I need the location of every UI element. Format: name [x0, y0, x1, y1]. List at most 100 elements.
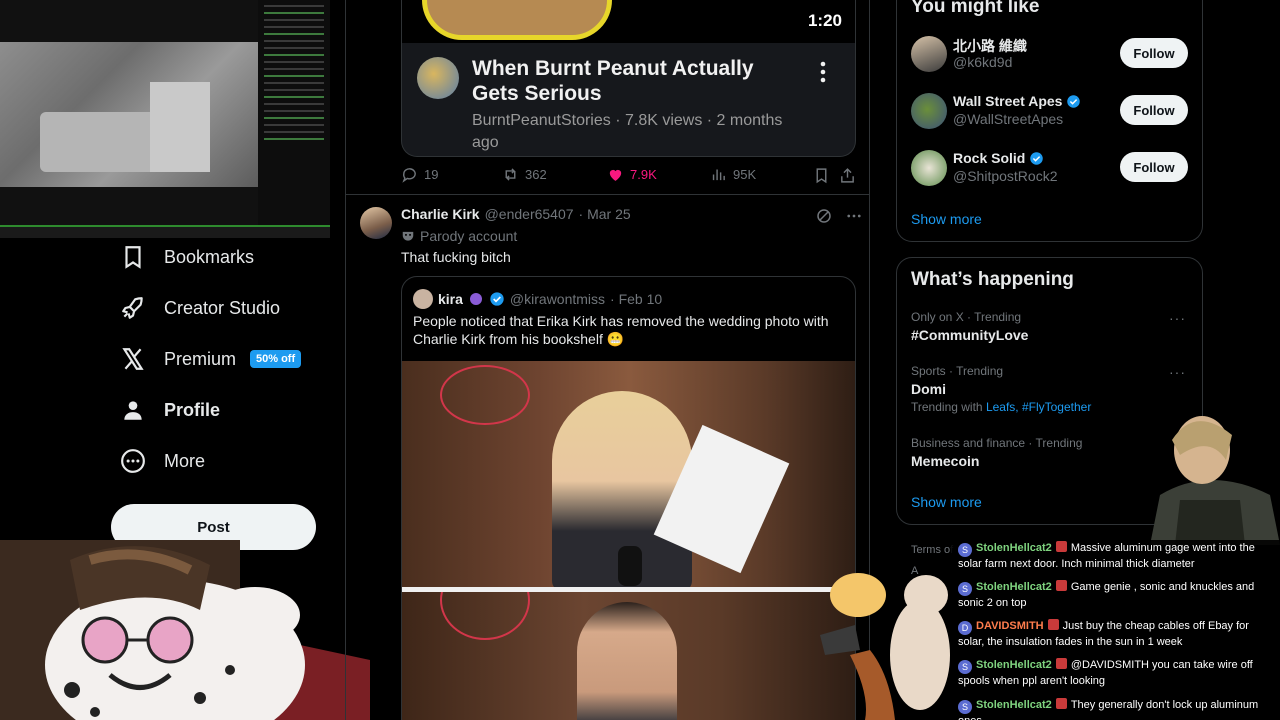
- repost-count: 362: [525, 167, 547, 182]
- tweet-date[interactable]: · Mar 25: [579, 206, 631, 222]
- whats-happening-title: What’s happening: [911, 269, 1074, 290]
- chat-username: StolenHellcat2: [976, 542, 1052, 554]
- suggestion-row[interactable]: Rock Solid @ShitpostRock2 Follow: [911, 150, 1191, 190]
- chat-message: S StolenHellcat2 They generally don't lock…: [958, 698, 1274, 720]
- bookmark-icon: [125, 246, 141, 269]
- premium-discount-badge: 50% off: [250, 350, 302, 368]
- views-count: 95K: [733, 167, 757, 182]
- trend-more-icon[interactable]: ···: [1169, 310, 1186, 326]
- mask-icon: [402, 231, 414, 241]
- more-horizontal-icon[interactable]: [845, 207, 863, 225]
- cam-chat-mini: [258, 0, 330, 225]
- quote-date[interactable]: · Feb 10: [610, 291, 662, 307]
- rocket-icon: [122, 297, 143, 319]
- follow-button[interactable]: Follow: [1120, 152, 1188, 182]
- chat-badge-icon: [1055, 580, 1067, 591]
- more-circle-icon: [121, 449, 145, 473]
- suggestion-name[interactable]: Wall Street Apes: [953, 93, 1081, 109]
- trend-more-icon[interactable]: ···: [1169, 364, 1186, 380]
- suggestion-avatar[interactable]: [911, 93, 947, 129]
- nav-creator-studio[interactable]: Creator Studio: [120, 286, 280, 330]
- trend-context: Only on X · Trending: [911, 310, 1022, 324]
- like-button[interactable]: 7.9K: [607, 166, 657, 183]
- views-bar-icon: [712, 169, 725, 181]
- verified-badge-icon: [1030, 151, 1044, 165]
- youtube-embed-card[interactable]: 1:20 When Burnt Peanut Actually Gets Ser…: [401, 0, 856, 157]
- nav-premium[interactable]: Premium 50% off: [120, 337, 302, 381]
- repost-button[interactable]: 362: [502, 166, 547, 183]
- tweet-text: That fucking bitch: [401, 249, 511, 265]
- grok-icon[interactable]: [815, 207, 833, 225]
- trending-with-prefix: Trending with: [911, 400, 983, 414]
- follow-button[interactable]: Follow: [1120, 38, 1188, 68]
- views-button[interactable]: 95K: [710, 166, 756, 183]
- suggestion-handle: @WallStreetApes: [953, 111, 1064, 127]
- repost-icon: [505, 168, 516, 181]
- verified-badge-icon: [1067, 94, 1081, 108]
- channel-avatar[interactable]: [417, 57, 459, 99]
- trend-item[interactable]: Only on X · Trending #CommunityLove ···: [911, 310, 1186, 343]
- chat-username: DAVIDSMITH: [976, 620, 1044, 632]
- suggestion-handle: @ShitpostRock2: [953, 168, 1058, 184]
- suggestion-row[interactable]: Wall Street Apes @WallStreetApes Follow: [911, 93, 1191, 133]
- like-count: 7.9K: [630, 167, 657, 182]
- chat-badge-icon: [1055, 698, 1067, 709]
- reply-button[interactable]: 19: [401, 166, 438, 183]
- bookmark-icon[interactable]: [813, 167, 830, 184]
- suggestion-name-text: Wall Street Apes: [953, 93, 1063, 109]
- quote-text: People noticed that Erika Kirk has remov…: [413, 313, 829, 347]
- stream-chat-overlay: S StolenHellcat2 Massive aluminum gage wen…: [950, 540, 1280, 720]
- author-name[interactable]: Charlie Kirk: [401, 206, 480, 222]
- follow-button[interactable]: Follow: [1120, 95, 1188, 125]
- trending-with-links[interactable]: Leafs, #FlyTogether: [986, 400, 1091, 414]
- chat-user-icon: S: [958, 543, 972, 557]
- video-title[interactable]: When Burnt Peanut Actually Gets Serious: [472, 56, 792, 106]
- nav-more[interactable]: More: [120, 439, 205, 483]
- who-to-follow-title: You might like: [911, 0, 1040, 17]
- chat-badge-icon: [1047, 619, 1059, 630]
- post-action-bar: 19 362 7.9K 95K: [401, 166, 856, 186]
- quote-image-top[interactable]: [402, 361, 855, 587]
- chat-user-icon: S: [958, 700, 972, 714]
- chat-message: S StolenHellcat2 Massive aluminum gage wen…: [958, 541, 1274, 572]
- video-meta: BurntPeanutStories · 7.8K views · 2 mont…: [472, 112, 783, 151]
- kebab-menu-icon[interactable]: [814, 60, 832, 84]
- chat-username: StolenHellcat2: [976, 659, 1052, 671]
- quote-image-bottom[interactable]: [402, 592, 855, 720]
- rat-gun-overlay: [820, 573, 950, 720]
- nav-label: Bookmarks: [164, 246, 255, 267]
- verified-badge-icon: [490, 292, 504, 306]
- suggestion-avatar[interactable]: [911, 36, 947, 72]
- quote-author-name[interactable]: kira: [438, 291, 463, 307]
- quoted-tweet[interactable]: kira @kirawontmiss · Feb 10 People notic…: [401, 276, 856, 720]
- nav-profile[interactable]: Profile: [120, 388, 220, 432]
- tweet-header-actions: [815, 207, 863, 225]
- chat-user-icon: S: [958, 660, 972, 674]
- author-avatar[interactable]: [360, 207, 392, 239]
- suggestion-row[interactable]: 北小路 維織 @k6kd9d Follow: [911, 36, 1191, 76]
- suggestion-name[interactable]: Rock Solid: [953, 150, 1044, 166]
- nav-label: Profile: [164, 399, 221, 420]
- suggestion-name[interactable]: 北小路 維織: [953, 36, 1027, 56]
- trend-topic: #CommunityLove: [911, 327, 1029, 343]
- chat-message: S StolenHellcat2 Game genie , sonic and kn…: [958, 580, 1274, 611]
- person-icon: [124, 401, 142, 420]
- show-more-link[interactable]: Show more: [911, 211, 982, 227]
- chat-badge-icon: [1055, 658, 1067, 669]
- chat-username: StolenHellcat2: [976, 581, 1052, 593]
- vtuber-avatar: [0, 540, 370, 720]
- quote-avatar[interactable]: [413, 289, 433, 309]
- stream-webcam-overlay: [0, 0, 330, 238]
- share-icon[interactable]: [839, 167, 856, 184]
- video-thumbnail[interactable]: 1:20: [402, 0, 855, 43]
- quote-handle[interactable]: @kirawontmiss: [510, 291, 605, 307]
- nav-label: Premium: [164, 348, 237, 369]
- author-handle[interactable]: @ender65407: [485, 206, 574, 222]
- show-more-link[interactable]: Show more: [911, 494, 982, 510]
- suggestion-avatar[interactable]: [911, 150, 947, 186]
- chat-username: StolenHellcat2: [976, 699, 1052, 711]
- nav-bookmarks[interactable]: Bookmarks: [120, 235, 254, 279]
- trend-context: Sports · Trending: [911, 364, 1004, 378]
- emoji-icon: [469, 293, 482, 305]
- chat-badge-icon: [1055, 541, 1067, 552]
